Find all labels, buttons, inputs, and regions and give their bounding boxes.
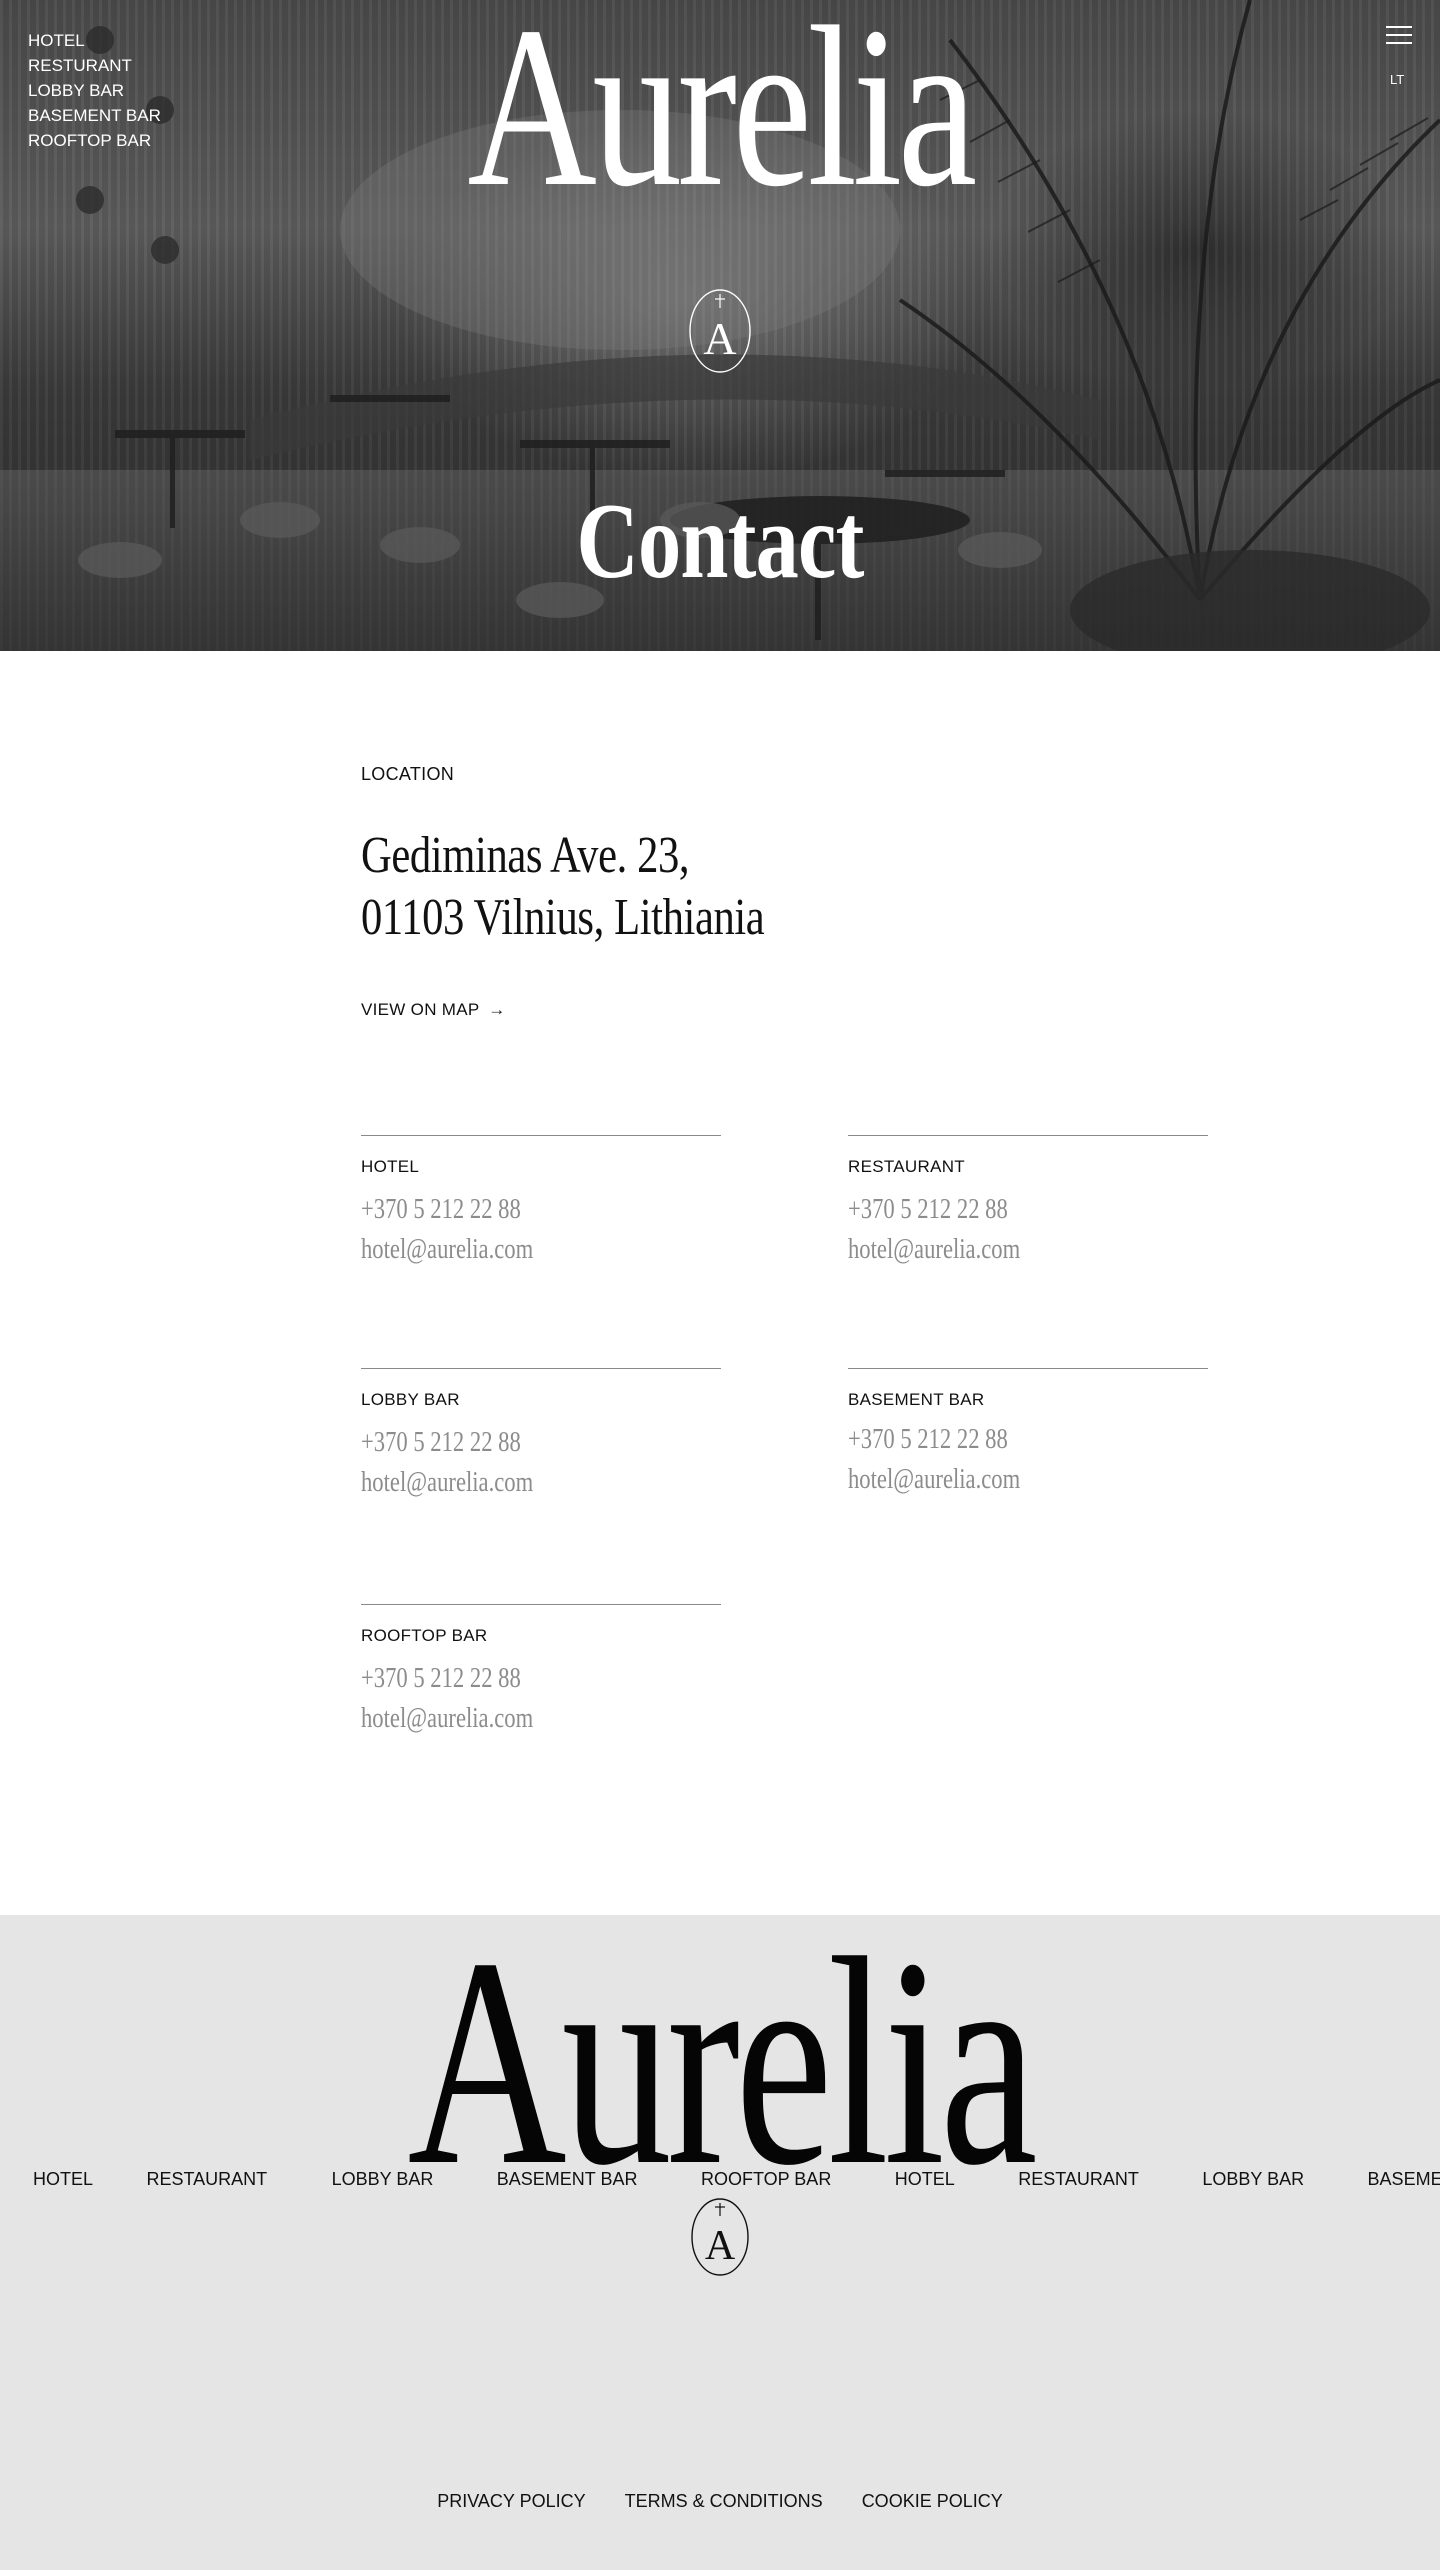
hero-section: HOTEL RESTURANT LOBBY BAR BASEMENT BAR R… [0, 0, 1440, 651]
contact-phone[interactable]: +370 5 212 22 88 [848, 1419, 1129, 1459]
contact-card-rooftop-bar: ROOFTOP BAR +370 5 212 22 88 hotel@aurel… [361, 1604, 721, 1738]
view-on-map-link[interactable]: VIEW ON MAP → [361, 1000, 506, 1020]
monogram-emblem-icon: A [689, 289, 751, 373]
hamburger-icon [1386, 26, 1412, 28]
footer-link-lobby-bar[interactable]: LOBBY BAR [332, 2169, 434, 2190]
contact-name: HOTEL [361, 1157, 420, 1176]
hero-nav-basement-bar[interactable]: BASEMENT BAR [28, 103, 161, 128]
location-label: LOCATION [361, 764, 455, 784]
page-title: Contact [576, 482, 864, 601]
language-switch-button[interactable]: LT [1390, 72, 1404, 87]
footer-link-lobby-bar-repeat[interactable]: LOBBY BAR [1202, 2169, 1304, 2190]
footer-link-hotel[interactable]: HOTEL [33, 2169, 93, 2190]
footer-venue-links: HOTEL RESTAURANT LOBBY BAR BASEMENT BAR … [33, 2169, 1440, 2190]
view-on-map-label: VIEW ON MAP [361, 1000, 480, 1019]
footer-venue-marquee [0, 1915, 1440, 1945]
cookie-policy-link[interactable]: COOKIE POLICY [862, 2491, 1003, 2511]
hero-nav-hotel[interactable]: HOTEL [28, 28, 161, 53]
contact-card-lobby-bar: LOBBY BAR +370 5 212 22 88 hotel@aurelia… [361, 1368, 721, 1502]
hero-logo-wordmark[interactable]: Aurelia [158, 0, 1281, 222]
contact-name: RESTAURANT [848, 1157, 965, 1176]
contact-card-restaurant: RESTAURANT +370 5 212 22 88 hotel@aureli… [848, 1135, 1208, 1269]
monogram-letter: A [705, 2223, 736, 2269]
address-line-1: Gediminas Ave. 23, [361, 827, 690, 884]
contact-name: ROOFTOP BAR [361, 1626, 488, 1645]
contact-phone[interactable]: +370 5 212 22 88 [361, 1422, 642, 1462]
legal-links: PRIVACY POLICY TERMS & CONDITIONS COOKIE… [0, 2491, 1440, 2512]
contact-card-hotel: HOTEL +370 5 212 22 88 hotel@aurelia.com [361, 1135, 721, 1269]
divider [848, 1368, 1208, 1369]
contact-phone[interactable]: +370 5 212 22 88 [361, 1189, 642, 1229]
divider [848, 1135, 1208, 1136]
terms-conditions-link[interactable]: TERMS & CONDITIONS [625, 2491, 823, 2511]
contact-phone[interactable]: +370 5 212 22 88 [848, 1189, 1129, 1229]
hero-nav-restaurant[interactable]: RESTURANT [28, 53, 161, 78]
divider [361, 1604, 721, 1605]
contact-email[interactable]: hotel@aurelia.com [361, 1229, 642, 1269]
contact-section: LOCATION Gediminas Ave. 23, 01103 Vilniu… [0, 651, 1440, 1915]
footer-link-basement-bar-repeat[interactable]: BASEMENT BAR [1368, 2169, 1440, 2190]
arrow-right-icon: → [488, 1000, 506, 1019]
contact-email[interactable]: hotel@aurelia.com [361, 1698, 642, 1738]
hero-venue-nav: HOTEL RESTURANT LOBBY BAR BASEMENT BAR R… [28, 28, 161, 153]
contact-card-basement-bar: BASEMENT BAR +370 5 212 22 88 hotel@aure… [848, 1368, 1208, 1499]
contact-email[interactable]: hotel@aurelia.com [848, 1229, 1129, 1269]
footer-link-restaurant-repeat[interactable]: RESTAURANT [1018, 2169, 1139, 2190]
hamburger-menu-button[interactable] [1386, 26, 1412, 46]
site-footer: Aurelia HOTEL RESTAURANT LOBBY BAR BASEM… [0, 1915, 1440, 2570]
hero-nav-lobby-bar[interactable]: LOBBY BAR [28, 78, 161, 103]
footer-link-restaurant[interactable]: RESTAURANT [146, 2169, 267, 2190]
contact-phone[interactable]: +370 5 212 22 88 [361, 1658, 642, 1698]
footer-link-basement-bar[interactable]: BASEMENT BAR [497, 2169, 638, 2190]
hamburger-icon-line [1386, 34, 1412, 36]
monogram-emblem-icon: A [691, 2198, 749, 2276]
hero-nav-rooftop-bar[interactable]: ROOFTOP BAR [28, 128, 161, 153]
divider [361, 1368, 721, 1369]
contact-email[interactable]: hotel@aurelia.com [848, 1459, 1129, 1499]
contact-name: LOBBY BAR [361, 1390, 460, 1409]
footer-link-rooftop-bar[interactable]: ROOFTOP BAR [701, 2169, 831, 2190]
footer-logo-wordmark[interactable]: Aurelia [187, 1915, 1253, 2211]
address-line-2: 01103 Vilnius, Lithiania [361, 889, 765, 946]
address: Gediminas Ave. 23, 01103 Vilnius, Lithia… [361, 825, 765, 949]
privacy-policy-link[interactable]: PRIVACY POLICY [437, 2491, 585, 2511]
monogram-letter: A [703, 313, 736, 364]
contact-email[interactable]: hotel@aurelia.com [361, 1462, 642, 1502]
footer-link-hotel-repeat[interactable]: HOTEL [895, 2169, 955, 2190]
contact-name: BASEMENT BAR [848, 1390, 985, 1409]
divider [361, 1135, 721, 1136]
hamburger-icon-line [1386, 42, 1412, 44]
